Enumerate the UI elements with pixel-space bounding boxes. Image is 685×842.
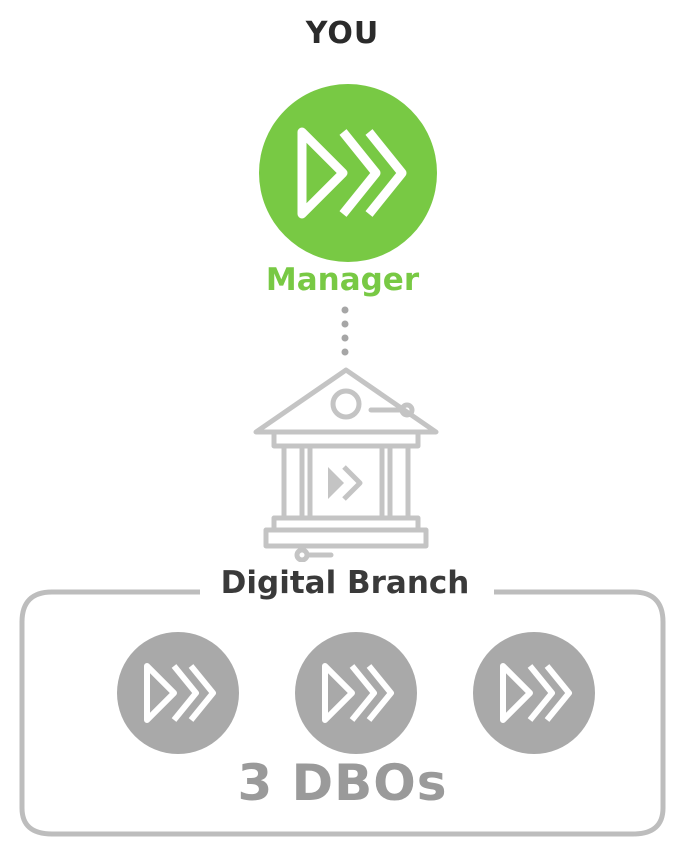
digital-branch-title: Digital Branch <box>220 565 470 601</box>
dbo-count-label: 3 DBOs <box>237 754 448 812</box>
dbo-avatar-icon <box>117 632 239 754</box>
you-label: YOU <box>305 16 380 51</box>
manager-label: Manager <box>265 262 420 298</box>
dbo-avatar-icon <box>295 632 417 754</box>
manager-avatar-icon <box>259 84 437 262</box>
bank-building-icon <box>253 367 439 562</box>
dotted-connector <box>341 306 349 356</box>
dbo-avatar-icon <box>473 632 595 754</box>
